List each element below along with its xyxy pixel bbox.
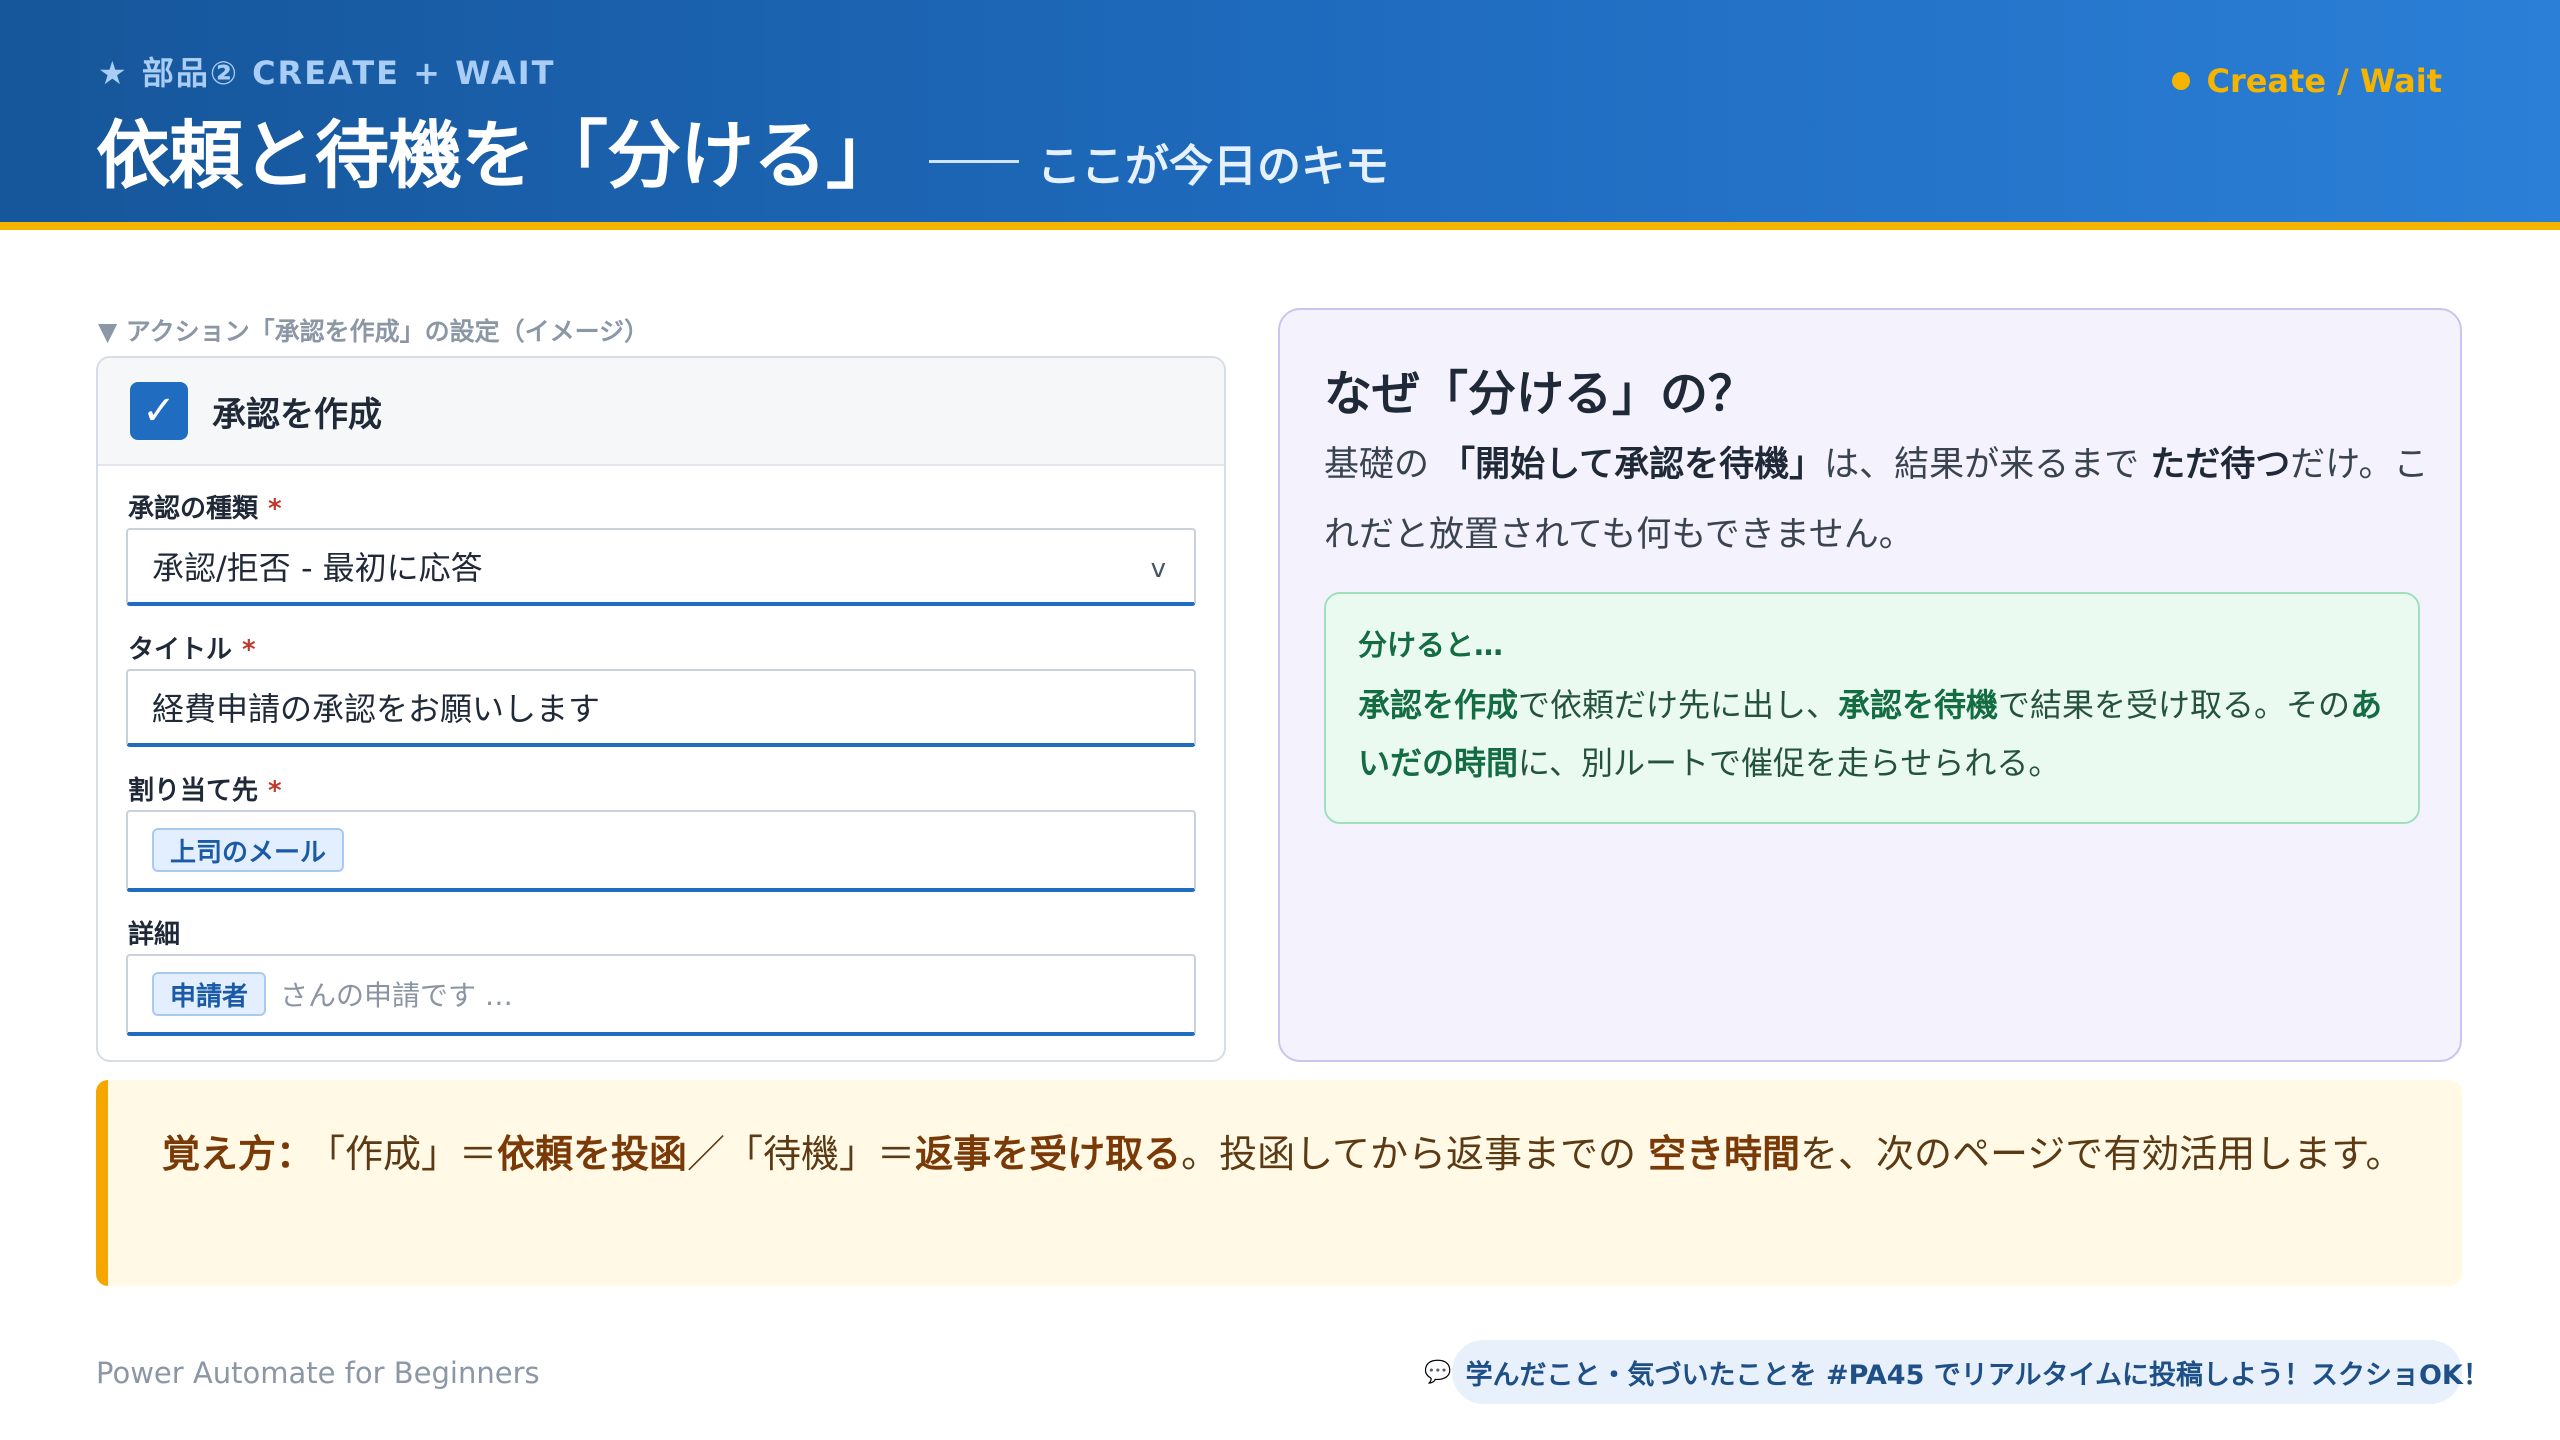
speech-bubble-icon: 💬 [1424, 1359, 1452, 1385]
field-label-title: タイトル * [128, 635, 256, 665]
memory-tip-bar: 覚え方： 「作成」＝依頼を投函／「待機」＝返事を受け取る。投函してから返事までの … [96, 1080, 2462, 1286]
hashtag-pill: 💬 学んだこと・気づいたことを #PA45 でリアルタイムに投稿しよう！スクショ… [1424, 1340, 2490, 1404]
page-title: 依頼と待機を「分ける」 [96, 113, 900, 199]
details-input-text: さんの申請です … [280, 979, 513, 1012]
dynamic-content-chip[interactable]: 上司のメール [152, 828, 345, 872]
topic-tag: Create / Wait [2172, 62, 2442, 100]
callout-note-body: 承認を作成で依頼だけ先に出し、承認を待機で結果を受け取る。そのあいだの時間に、別… [1358, 686, 2383, 782]
checkbox-icon[interactable]: ✓ [130, 382, 188, 440]
panel-body: 基礎の 「開始して承認を待機」は、結果が来るまで ただ待つだけ。これだと放置され… [1324, 445, 2429, 555]
section-kicker: ★ 部品② CREATE + WAIT [98, 54, 556, 92]
approval-type-select[interactable]: 承認/拒否 - 最初に応答 v [126, 528, 1196, 606]
action-card-title: 承認を作成 [212, 394, 382, 435]
hashtag-pill-text: 学んだこと・気づいたことを #PA45 でリアルタイムに投稿しよう！スクショOK… [1465, 1359, 2490, 1391]
assigned-to-input[interactable]: 上司のメール [126, 810, 1196, 892]
slide-header: ★ 部品② CREATE + WAIT 依頼と待機を「分ける」 ここが今日のキモ… [0, 0, 2560, 230]
approval-type-value: 承認/拒否 - 最初に応答 [152, 549, 483, 587]
field-label-details: 詳細 [128, 920, 181, 950]
dynamic-content-chip[interactable]: 申請者 [152, 972, 267, 1016]
footer-brand: Power Automate for Beginners [96, 1356, 540, 1390]
explanation-panel: なぜ「分ける」の？ 基礎の 「開始して承認を待機」は、結果が来るまで ただ待つだ… [1278, 308, 2462, 1062]
form-caption: ▼ アクション「承認を作成」の設定（イメージ） [98, 317, 650, 346]
callout-note-title: 分けると… [1358, 628, 1504, 662]
title-row: 依頼と待機を「分ける」 ここが今日のキモ [96, 96, 1389, 203]
title-input[interactable]: 経費申請の承認をお願いします [126, 669, 1196, 747]
bullet-dot-icon [2172, 72, 2191, 90]
tip-label: 覚え方： [162, 1132, 315, 1176]
callout-note: 分けると… 承認を作成で依頼だけ先に出し、承認を待機で結果を受け取る。そのあいだ… [1324, 592, 2420, 824]
field-label-approval-type: 承認の種類 * [128, 494, 282, 524]
action-card: ✓ 承認を作成 承認の種類 * 承認/拒否 - 最初に応答 v タイトル * 経費申… [96, 356, 1226, 1062]
title-dash-divider [929, 160, 1019, 163]
details-input[interactable]: 申請者 さんの申請です … [126, 954, 1196, 1036]
title-input-value: 経費申請の承認をお願いします [152, 690, 601, 728]
chevron-down-icon[interactable]: v [1151, 554, 1166, 584]
topic-tag-label: Create / Wait [2206, 62, 2442, 100]
action-card-header: ✓ 承認を作成 [98, 358, 1224, 466]
field-label-assigned-to: 割り当て先 * [128, 776, 282, 806]
page-subtitle: ここが今日のキモ [1037, 141, 1389, 192]
panel-title: なぜ「分ける」の？ [1324, 366, 1757, 422]
